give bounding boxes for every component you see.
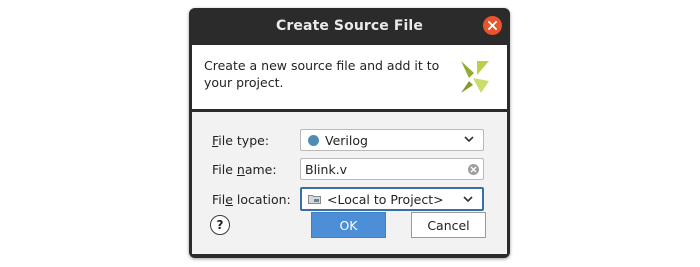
clear-icon[interactable] <box>468 164 479 175</box>
close-button[interactable] <box>483 16 502 35</box>
file-location-value: <Local to Project> <box>327 191 444 207</box>
file-name-field[interactable] <box>300 158 484 180</box>
folder-icon <box>308 194 321 204</box>
file-type-label: File type: <box>212 132 270 148</box>
close-icon <box>488 21 497 30</box>
file-name-row: File name: <box>212 158 277 180</box>
cancel-button[interactable]: Cancel <box>411 212 486 238</box>
file-location-row: File location: <box>212 188 291 210</box>
ok-button[interactable]: OK <box>311 212 386 238</box>
help-button[interactable]: ? <box>210 215 230 235</box>
file-location-label: File location: <box>212 191 291 207</box>
create-source-file-dialog: Create Source File Create a new source f… <box>189 8 510 258</box>
chevron-down-icon <box>464 136 474 143</box>
dialog-body: File type: Verilog File name: File locat… <box>192 112 507 254</box>
dialog-description: Create a new source file and add it to y… <box>204 58 440 90</box>
dialog-titlebar[interactable]: Create Source File <box>189 8 510 44</box>
file-name-input[interactable] <box>301 161 455 177</box>
dialog-banner: Create a new source file and add it to y… <box>192 45 507 109</box>
file-name-label: File name: <box>212 161 277 177</box>
file-type-select[interactable]: Verilog <box>300 129 484 151</box>
vivado-logo-icon <box>461 61 489 93</box>
file-type-value: Verilog <box>325 132 368 148</box>
dialog-title: Create Source File <box>276 18 423 34</box>
verilog-dot-icon <box>308 134 319 146</box>
file-location-select[interactable]: <Local to Project> <box>300 187 484 211</box>
chevron-down-icon <box>463 196 473 203</box>
file-type-row: File type: <box>212 129 269 151</box>
